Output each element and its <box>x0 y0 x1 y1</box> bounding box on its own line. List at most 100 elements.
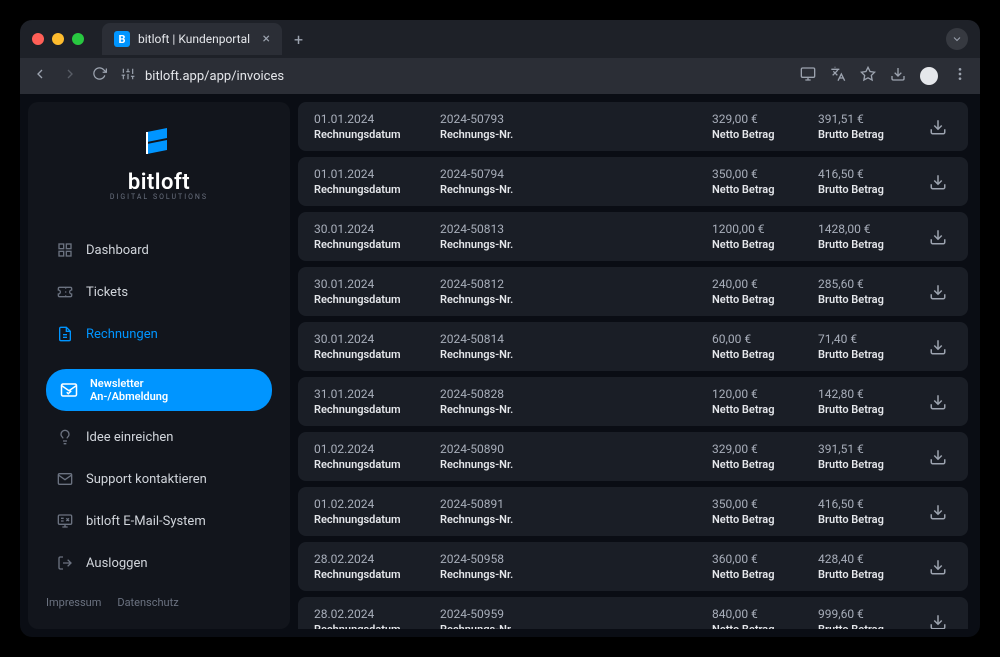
sidebar-item-label: bitloft E-Mail-System <box>86 514 206 529</box>
invoice-date-label: Rechnungsdatum <box>314 238 424 251</box>
invoice-brutto-label: Brutto Betrag <box>818 403 908 416</box>
sidebar-item-bitloft-e-mail-system[interactable]: bitloft E-Mail-System <box>46 502 272 540</box>
invoice-brutto-col: 416,50 €Brutto Betrag <box>818 497 908 526</box>
invoice-date: 01.02.2024 <box>314 497 424 511</box>
download-invoice-button[interactable] <box>924 443 952 471</box>
nav-primary: Dashboard Tickets Rechnungen <box>46 231 272 353</box>
browser-tab[interactable]: B bitloft | Kundenportal × <box>102 23 282 55</box>
invoice-netto-col: 1200,00 € Netto Betrag <box>712 222 802 251</box>
download-invoice-button[interactable] <box>924 333 952 361</box>
install-app-icon[interactable] <box>800 66 816 86</box>
invoice-netto-label: Netto Betrag <box>712 238 802 251</box>
sidebar-item-rechnungen[interactable]: Rechnungen <box>46 315 272 353</box>
logo-text: bitloft <box>128 170 190 195</box>
sidebar-item-dashboard[interactable]: Dashboard <box>46 231 272 269</box>
sidebar-item-tickets[interactable]: Tickets <box>46 273 272 311</box>
invoice-date: 28.02.2024 <box>314 607 424 621</box>
download-invoice-button[interactable] <box>924 553 952 581</box>
download-invoice-button[interactable] <box>924 498 952 526</box>
invoice-netto-label: Netto Betrag <box>712 458 802 471</box>
invoice-number-col: 2024-50959Rechnungs-Nr. <box>440 607 696 629</box>
download-invoice-button[interactable] <box>924 168 952 196</box>
invoice-number-label: Rechnungs-Nr. <box>440 513 696 526</box>
invoice-date-label: Rechnungsdatum <box>314 458 424 471</box>
main-content: 01.01.2024Rechnungsdatum2024-50793Rechnu… <box>298 102 972 629</box>
site-settings-icon[interactable] <box>121 67 135 85</box>
invoice-brutto: 428,40 € <box>818 552 908 566</box>
invoice-date-label: Rechnungsdatum <box>314 623 424 629</box>
invoice-netto: 1200,00 € <box>712 222 802 236</box>
invoice-number: 2024-50959 <box>440 607 696 621</box>
sidebar-item-ausloggen[interactable]: Ausloggen <box>46 544 272 582</box>
invoice-brutto-label: Brutto Betrag <box>818 458 908 471</box>
invoice-brutto: 416,50 € <box>818 497 908 511</box>
invoice-brutto-label: Brutto Betrag <box>818 238 908 251</box>
invoice-brutto-label: Brutto Betrag <box>818 623 908 629</box>
invoice-netto: 60,00 € <box>712 332 802 346</box>
system-icon <box>56 512 74 530</box>
invoice-date-col: 01.02.2024Rechnungsdatum <box>314 497 424 526</box>
invoice-netto-label: Netto Betrag <box>712 623 802 629</box>
invoice-netto-col: 350,00 €Netto Betrag <box>712 497 802 526</box>
download-invoice-button[interactable] <box>924 223 952 251</box>
maximize-window-button[interactable] <box>72 33 84 45</box>
invoice-netto-col: 120,00 €Netto Betrag <box>712 387 802 416</box>
invoice-row: 01.01.2024Rechnungsdatum2024-50793Rechnu… <box>298 102 968 151</box>
invoice-date: 30.01.2024 <box>314 222 424 236</box>
datenschutz-link[interactable]: Datenschutz <box>117 596 178 609</box>
forward-button[interactable] <box>62 66 78 86</box>
invoice-netto: 240,00 € <box>712 277 802 291</box>
download-icon[interactable] <box>890 66 906 86</box>
invoice-netto-col: 240,00 €Netto Betrag <box>712 277 802 306</box>
tab-title: bitloft | Kundenportal <box>138 32 255 46</box>
invoice-brutto: 391,51 € <box>818 112 908 126</box>
url-bar: bitloft.app/app/invoices <box>20 58 980 94</box>
logo-mark <box>139 122 179 162</box>
close-tab-button[interactable]: × <box>263 31 270 47</box>
minimize-window-button[interactable] <box>52 33 64 45</box>
invoice-brutto-col: 285,60 €Brutto Betrag <box>818 277 908 306</box>
invoice-number-label: Rechnungs-Nr. <box>440 293 696 306</box>
sidebar-item-idee-einreichen[interactable]: Idee einreichen <box>46 418 272 456</box>
invoice-number-label: Rechnungs-Nr. <box>440 348 696 361</box>
invoice-date-label: Rechnungsdatum <box>314 348 424 361</box>
invoice-row: 01.02.2024Rechnungsdatum2024-50890Rechnu… <box>298 432 968 481</box>
invoice-row: 28.02.2024 Rechnungsdatum 2024-50959Rechnu… <box>298 597 968 629</box>
logo: bitloft DIGITAL SOLUTIONS <box>46 122 272 201</box>
sidebar-item-newsletter[interactable]: Newsletter An-/Abmeldung <box>46 369 272 411</box>
invoice-netto: 840,00 € <box>712 607 802 621</box>
invoice-brutto-col: 428,40 €Brutto Betrag <box>818 552 908 581</box>
impressum-link[interactable]: Impressum <box>46 596 101 609</box>
bookmark-icon[interactable] <box>860 66 876 86</box>
invoice-number-col: 2024-50813Rechnungs-Nr. <box>440 222 696 251</box>
download-invoice-button[interactable] <box>924 113 952 141</box>
invoice-date: 30.01.2024 <box>314 277 424 291</box>
translate-icon[interactable] <box>830 66 846 86</box>
close-window-button[interactable] <box>32 33 44 45</box>
tabs-dropdown-button[interactable] <box>946 28 968 50</box>
window-controls <box>32 33 84 45</box>
sidebar-item-label: Ausloggen <box>86 556 148 571</box>
reload-button[interactable] <box>92 66 107 86</box>
sidebar-item-support-kontaktieren[interactable]: Support kontaktieren <box>46 460 272 498</box>
back-button[interactable] <box>32 66 48 86</box>
sidebar-item-label: Support kontaktieren <box>86 472 207 487</box>
invoice-number-label: Rechnungs-Nr. <box>440 183 696 196</box>
invoice-date-col: 30.01.2024 Rechnungsdatum <box>314 277 424 306</box>
invoice-date-label: Rechnungsdatum <box>314 293 424 306</box>
invoice-row: 01.01.2024Rechnungsdatum2024-50794Rechnu… <box>298 157 968 206</box>
download-invoice-button[interactable] <box>924 608 952 630</box>
invoice-brutto-col: 142,80 €Brutto Betrag <box>818 387 908 416</box>
profile-avatar[interactable] <box>920 67 938 85</box>
sidebar-item-label: Rechnungen <box>86 327 158 342</box>
new-tab-button[interactable]: + <box>294 30 303 49</box>
invoice-date-col: 28.02.2024Rechnungsdatum <box>314 552 424 581</box>
invoice-brutto-label: Brutto Betrag <box>818 128 908 141</box>
menu-icon[interactable] <box>952 66 968 86</box>
invoice-date: 01.01.2024 <box>314 112 424 126</box>
url-field[interactable]: bitloft.app/app/invoices <box>121 67 786 85</box>
invoice-number-col: 2024-50794Rechnungs-Nr. <box>440 167 696 196</box>
download-invoice-button[interactable] <box>924 388 952 416</box>
invoice-date: 30.01.2024 <box>314 332 424 346</box>
download-invoice-button[interactable] <box>924 278 952 306</box>
